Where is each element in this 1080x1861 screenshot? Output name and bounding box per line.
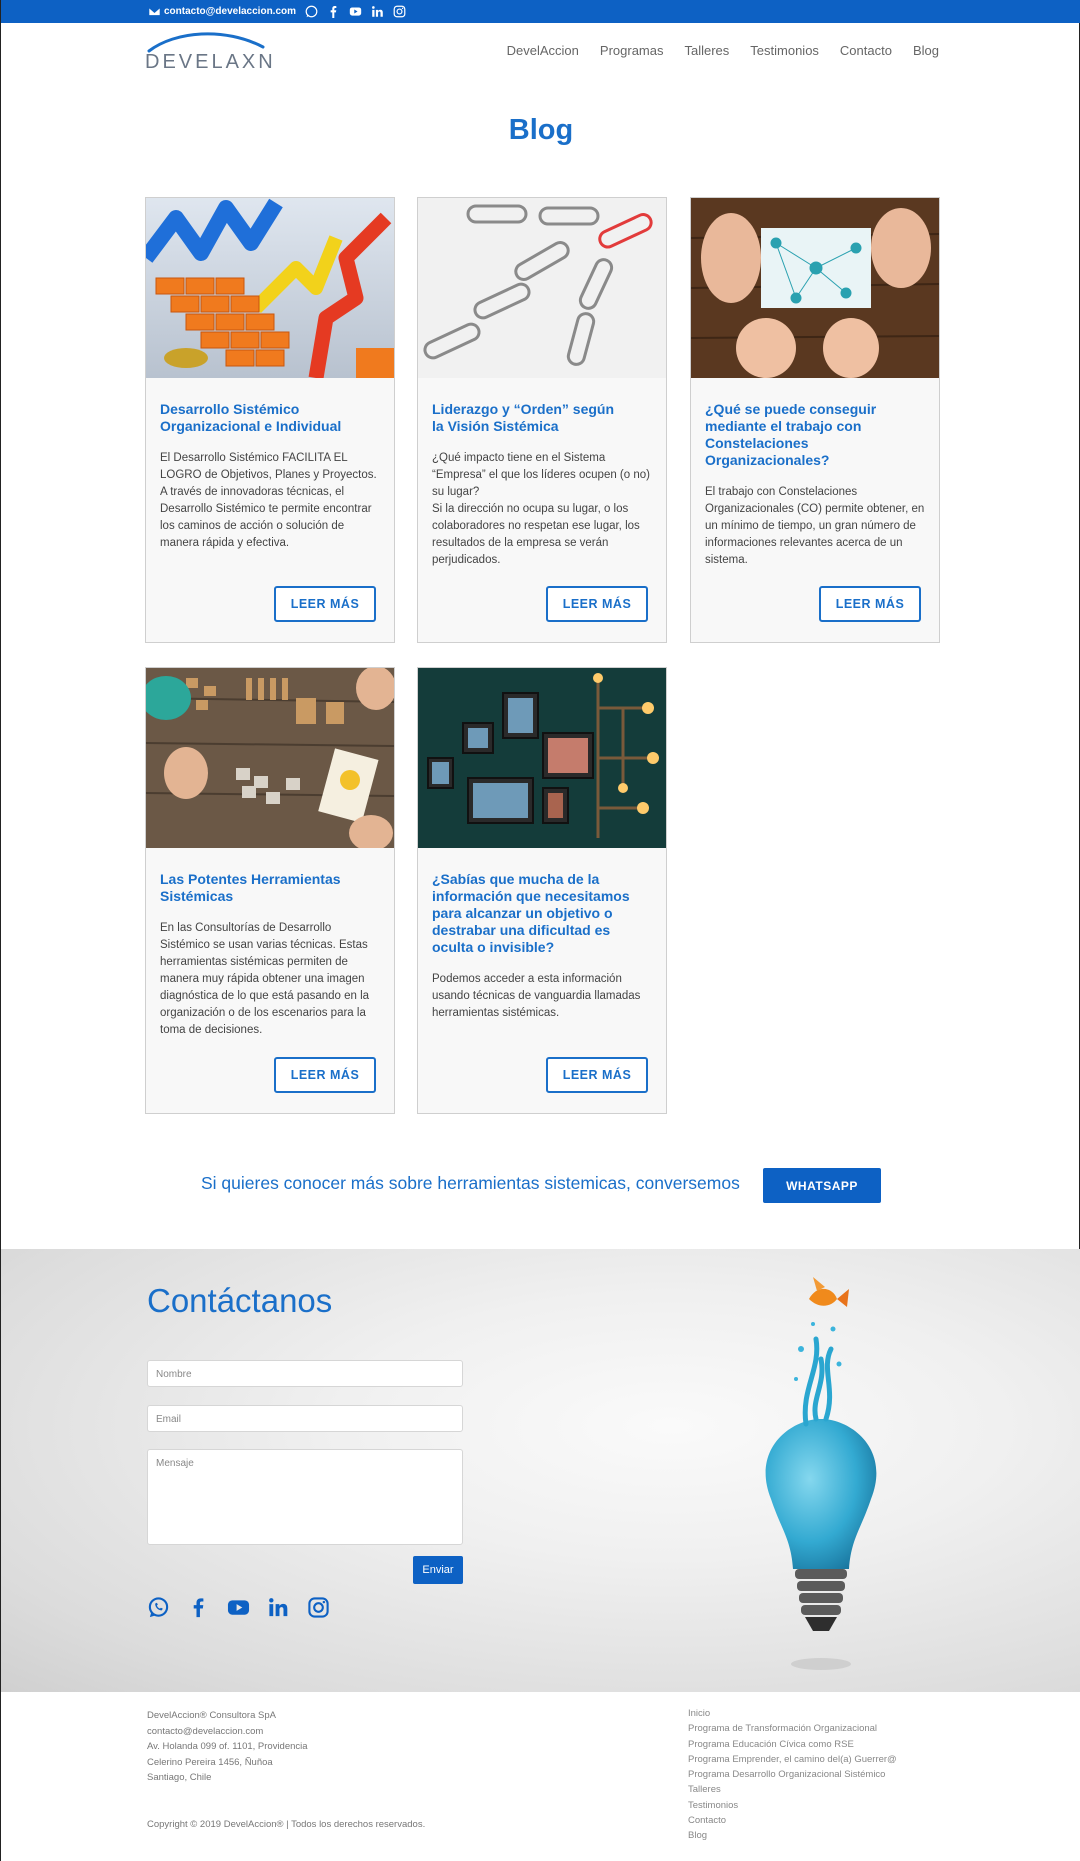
- main-nav: DevelAccion Programas Talleres Testimoni…: [507, 43, 939, 58]
- puzzle-table-image[interactable]: [146, 668, 394, 848]
- nav-item-programas[interactable]: Programas: [600, 43, 664, 58]
- post-title[interactable]: Liderazgo y “Orden” según la Visión Sist…: [418, 401, 666, 435]
- topbar-email[interactable]: contacto@develaccion.com: [164, 6, 296, 17]
- post-title[interactable]: ¿Sabías que mucha de la información que …: [418, 871, 666, 956]
- linkedin-icon[interactable]: [370, 4, 384, 18]
- read-more-button[interactable]: LEER MÁS: [546, 1057, 648, 1093]
- whatsapp-button[interactable]: WHATSAPP: [763, 1168, 881, 1203]
- footer-link-educacion-civica[interactable]: Programa Educación Cívica como RSE: [688, 1737, 897, 1752]
- footer-link-transformacion[interactable]: Programa de Transformación Organizaciona…: [688, 1721, 897, 1736]
- read-more-button[interactable]: LEER MÁS: [819, 586, 921, 622]
- nav-item-develaccion[interactable]: DevelAccion: [507, 43, 579, 58]
- post-excerpt: En las Consultorías de Desarrollo Sistém…: [160, 922, 370, 1036]
- paper-clips-image[interactable]: [418, 198, 666, 378]
- footer-email[interactable]: contacto@develaccion.com: [147, 1724, 308, 1740]
- logo-text: DEVELAXN: [145, 51, 276, 73]
- blog-card: ¿Qué se puede conseguir mediante el trab…: [690, 197, 940, 643]
- footer-company: DevelAccion® Consultora SpA: [147, 1710, 276, 1721]
- linkedin-icon[interactable]: [267, 1596, 290, 1619]
- footer-copyright: Copyright © 2019 DevelAccion® | Todos lo…: [147, 1819, 426, 1830]
- nav-item-contacto[interactable]: Contacto: [840, 43, 892, 58]
- post-excerpt: ¿Qué impacto tiene en el Sistema “Empres…: [432, 452, 650, 566]
- read-more-button[interactable]: LEER MÁS: [546, 586, 648, 622]
- post-excerpt: El trabajo con Constelaciones Organizaci…: [705, 486, 925, 566]
- footer-address-block: DevelAccion® Consultora SpA contacto@dev…: [147, 1708, 308, 1786]
- footer-link-testimonios[interactable]: Testimonios: [688, 1798, 897, 1813]
- footer-address-2: Celerino Pereira 1456, Ñuñoa: [147, 1756, 273, 1768]
- footer-link-inicio[interactable]: Inicio: [688, 1706, 897, 1721]
- email-field[interactable]: Email: [147, 1405, 463, 1432]
- contact-title: Contáctanos: [147, 1282, 333, 1319]
- frames-wall-image[interactable]: [418, 668, 666, 848]
- read-more-button[interactable]: LEER MÁS: [274, 1057, 376, 1093]
- post-title[interactable]: Las Potentes Herramientas Sistémicas: [146, 871, 394, 905]
- nav-item-blog[interactable]: Blog: [913, 43, 939, 58]
- post-title[interactable]: ¿Qué se puede conseguir mediante el trab…: [691, 401, 939, 469]
- envelope-icon: [147, 4, 161, 18]
- nav-item-testimonios[interactable]: Testimonios: [750, 43, 819, 58]
- contact-section: Contáctanos Nombre Email Mensaje Enviar: [1, 1249, 1080, 1692]
- post-title[interactable]: Desarrollo Sistémico Organizacional e In…: [146, 401, 394, 435]
- top-bar: contacto@develaccion.com: [1, 0, 1080, 23]
- name-field[interactable]: Nombre: [147, 1360, 463, 1387]
- youtube-icon[interactable]: [227, 1596, 250, 1619]
- footer-city: Santiago, Chile: [147, 1772, 212, 1783]
- footer-address-1: Av. Holanda 099 of. 1101, Providencia: [147, 1741, 308, 1752]
- social-links: [147, 1596, 330, 1619]
- site-header: DEVELAXN DevelAccion Programas Talleres …: [1, 23, 1080, 83]
- blog-card: Liderazgo y “Orden” según la Visión Sist…: [417, 197, 667, 643]
- footer-link-talleres[interactable]: Talleres: [688, 1782, 897, 1797]
- youtube-icon[interactable]: [348, 4, 362, 18]
- instagram-icon[interactable]: [307, 1596, 330, 1619]
- read-more-button[interactable]: LEER MÁS: [274, 586, 376, 622]
- cta-text: Si quieres conocer más sobre herramienta…: [201, 1173, 740, 1193]
- lightbulb-fish-image: [765, 1277, 877, 1670]
- instagram-icon[interactable]: [392, 4, 406, 18]
- whatsapp-icon[interactable]: [147, 1596, 170, 1619]
- footer-link-contacto[interactable]: Contacto: [688, 1813, 897, 1828]
- whatsapp-icon[interactable]: [304, 4, 318, 18]
- page-title: Blog: [508, 114, 574, 146]
- footer-link-emprender[interactable]: Programa Emprender, el camino del(a) Gue…: [688, 1752, 897, 1767]
- arrows-and-bricks-image[interactable]: [146, 198, 394, 378]
- blog-card: ¿Sabías que mucha de la información que …: [417, 667, 667, 1114]
- footer-link-blog[interactable]: Blog: [688, 1828, 897, 1843]
- post-excerpt: Podemos acceder a esta información usand…: [432, 973, 641, 1019]
- nav-item-talleres[interactable]: Talleres: [684, 43, 729, 58]
- send-button[interactable]: Enviar: [413, 1556, 463, 1584]
- facebook-icon[interactable]: [187, 1596, 210, 1619]
- blog-card: Las Potentes Herramientas Sistémicas En …: [145, 667, 395, 1114]
- logo-swoosh-icon: [147, 32, 265, 53]
- blog-card: Desarrollo Sistémico Organizacional e In…: [145, 197, 395, 643]
- facebook-icon[interactable]: [326, 4, 340, 18]
- message-field[interactable]: Mensaje: [147, 1449, 463, 1545]
- post-excerpt: El Desarrollo Sistémico FACILITA EL LOGR…: [160, 452, 377, 549]
- logo[interactable]: DEVELAXN: [145, 29, 273, 77]
- site-footer: DevelAccion® Consultora SpA contacto@dev…: [1, 1692, 1080, 1861]
- footer-link-desarrollo-organizacional[interactable]: Programa Desarrollo Organizacional Sisté…: [688, 1767, 897, 1782]
- footer-links: Inicio Programa de Transformación Organi…: [688, 1706, 897, 1844]
- puzzle-network-image[interactable]: [691, 198, 939, 378]
